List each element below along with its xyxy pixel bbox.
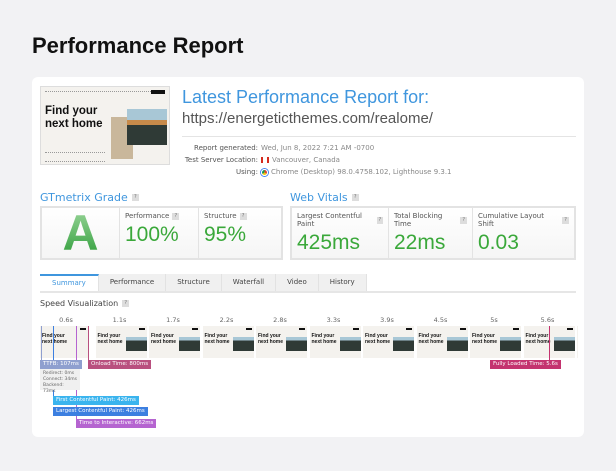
time-tick: 2.2s [219,316,234,324]
help-icon[interactable]: ? [460,216,467,224]
canada-flag-icon [261,157,269,163]
web-vitals-heading: Web Vitals? [290,191,359,204]
gtmetrix-grade-heading: GTmetrix Grade? [40,191,139,204]
report-url[interactable]: https://energeticthemes.com/realome/ [182,110,433,127]
time-tick: 5s [490,316,498,324]
help-icon[interactable]: ? [562,216,569,224]
tab-video[interactable]: Video [276,274,319,291]
tab-structure[interactable]: Structure [166,274,222,291]
help-icon[interactable]: ? [239,212,247,220]
time-tick: 3.9s [380,316,394,324]
time-tick: 1.7s [166,316,180,324]
filmstrip-frame[interactable]: Find your next home [256,326,307,358]
fully-loaded-marker: Fully Loaded Time: 5.6s [490,360,561,369]
filmstrip-frame[interactable]: Find your next home [577,326,578,358]
filmstrip-frame[interactable]: Find your next home [149,326,200,358]
structure-score: 95% [204,223,247,246]
chrome-icon [261,168,268,176]
filmstrip-frame[interactable]: Find your next home [416,326,468,358]
report-tabs: Summary Performance Structure Waterfall … [40,274,576,293]
tti-marker: Time to Interactive: 662ms [76,419,157,428]
web-vitals-box: Largest Contentful Paint? 425ms Total Blo… [290,206,576,260]
ttfb-marker: TTFB: 107ms [40,360,82,369]
report-card: Find your next home Latest Performance R… [32,77,584,437]
filmstrip-frame[interactable]: Find your next home [95,326,147,358]
time-tick: 3.3s [326,316,341,324]
report-title: Latest Performance Report for: [182,87,430,107]
tab-waterfall[interactable]: Waterfall [221,274,277,291]
help-icon[interactable]: ? [351,194,359,201]
time-tick: 0.6s [59,316,73,324]
speed-visualization-heading: Speed Visualization? [40,299,130,308]
filmstrip-frame[interactable]: Find your next home [40,326,88,358]
grade-letter: A [62,205,99,261]
help-icon[interactable]: ? [131,194,139,201]
filmstrip-frame[interactable]: Find your next home [309,326,361,358]
filmstrip-frame[interactable]: Find your next home [363,326,414,358]
time-tick: 2.8s [273,316,287,324]
ttfb-details: Redirect: 0ms Connect: 34ms Backend: 73ms [40,369,80,394]
help-icon[interactable]: ? [376,216,383,224]
filmstrip-frame[interactable]: Find your next home [202,326,254,358]
page-title: Performance Report [32,33,244,58]
info-report-generated: Report generated: Wed, Jun 8, 2022 7:21 A… [194,144,375,152]
cls-value: 0.03 [478,231,519,254]
tab-performance[interactable]: Performance [98,274,167,291]
grade-box: A Performance? 100% Structure? 95% [40,206,283,260]
site-thumbnail: Find your next home [40,86,170,165]
filmstrip-frame[interactable]: Find your next home [470,326,521,358]
tab-history[interactable]: History [318,274,367,291]
tbt-value: 22ms [394,231,446,254]
fcp-marker: First Contentful Paint: 426ms [53,396,139,405]
help-icon[interactable]: ? [122,300,130,307]
onload-marker: Onload Time: 800ms [88,360,152,369]
time-tick: 4.5s [433,316,448,324]
time-tick: 1.1s [112,316,127,324]
performance-score: 100% [125,223,179,246]
divider [182,136,576,137]
lcp-value: 425ms [297,231,361,254]
help-icon[interactable]: ? [172,212,180,220]
tab-summary[interactable]: Summary [40,274,99,291]
info-server-location: Test Server Location: Vancouver, Canada [184,156,340,164]
info-using: Using: Chrome (Desktop) 98.0.4758.102, Li… [236,168,452,176]
lcp-marker: Largest Contentful Paint: 426ms [53,407,148,416]
time-tick: 5.6s [540,316,555,324]
